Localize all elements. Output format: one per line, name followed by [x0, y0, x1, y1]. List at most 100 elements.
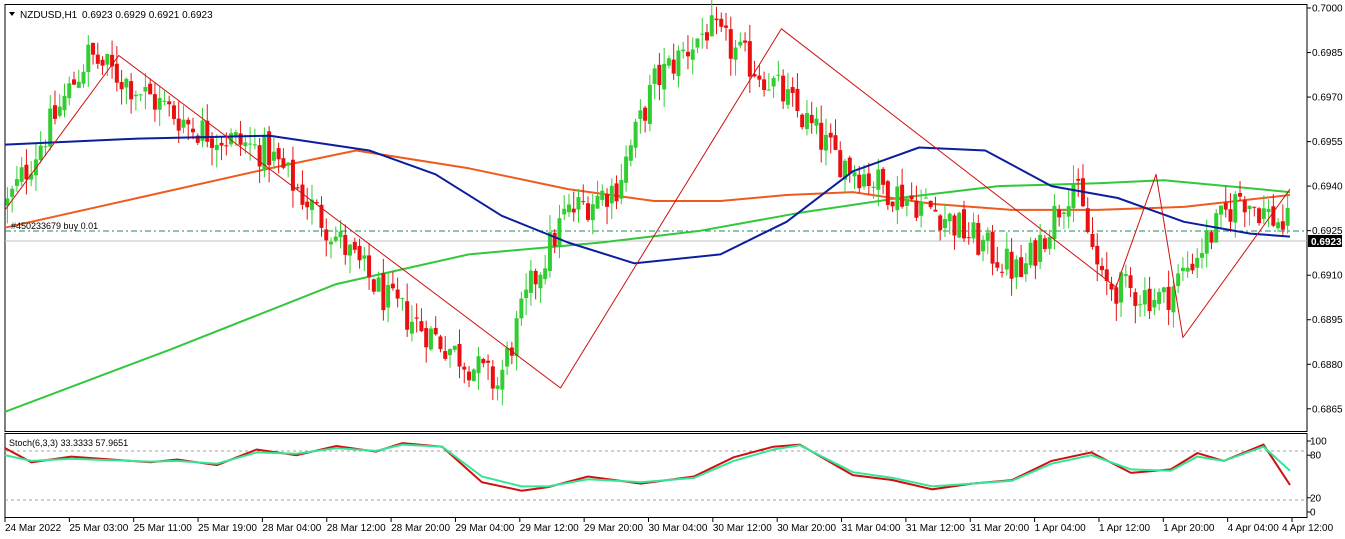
price-tick-label: 0.7000: [1312, 4, 1343, 15]
time-tick-label: 31 Mar 12:00: [906, 523, 965, 534]
candle-body: [1199, 253, 1204, 258]
candle-body: [985, 232, 990, 241]
candle-body: [114, 63, 119, 83]
candle-body: [1023, 263, 1028, 275]
candle-body: [276, 148, 281, 160]
candle-body: [357, 245, 362, 261]
candle-body: [738, 41, 743, 46]
candle-body: [947, 213, 952, 222]
candle-body: [1090, 233, 1095, 247]
time-tick-label: 29 Mar 12:00: [520, 523, 579, 534]
candle-body: [1223, 202, 1228, 210]
candle-body: [1228, 209, 1233, 222]
candle-body: [219, 142, 224, 146]
candle-body: [1071, 183, 1076, 209]
candle-body: [72, 79, 77, 85]
candle-body: [148, 83, 153, 95]
candle-body: [1057, 209, 1062, 218]
candle-body: [57, 106, 62, 116]
candle-body: [419, 321, 424, 332]
price-tick-label: 0.6970: [1312, 93, 1343, 104]
candle-body: [1047, 237, 1052, 249]
candle-body: [833, 135, 838, 150]
candle-body: [1285, 208, 1290, 226]
candle-body: [1157, 291, 1162, 304]
candle-body: [1009, 251, 1014, 279]
candle-body: [1257, 208, 1262, 224]
candle-body: [95, 54, 100, 64]
candle-body: [471, 369, 476, 381]
candle-body: [952, 215, 957, 236]
price-tick-label: 0.6940: [1312, 182, 1343, 193]
candle-body: [995, 262, 1000, 268]
candle-body: [976, 222, 981, 255]
candle-body: [1247, 205, 1252, 210]
candle-body: [847, 157, 852, 174]
candle-body: [942, 218, 947, 229]
candle-body: [904, 198, 909, 206]
candle-body: [614, 183, 619, 202]
order-label[interactable]: #450233679 buy 0.01: [11, 221, 98, 231]
candle-body: [609, 185, 614, 204]
candle-body: [1218, 205, 1223, 215]
candle-body: [771, 77, 776, 87]
candle-body: [671, 59, 676, 74]
candle-body: [1004, 248, 1009, 270]
candle-body: [781, 75, 786, 102]
candle-body: [1233, 194, 1238, 223]
candle-body: [14, 179, 19, 186]
candle-body: [1019, 257, 1024, 277]
candle-body: [1052, 205, 1057, 240]
candle-body: [157, 97, 162, 110]
candle-body: [395, 289, 400, 299]
candle-body: [733, 47, 738, 60]
candle-body: [286, 162, 291, 166]
candle-body: [581, 201, 586, 203]
candle-body: [514, 318, 519, 356]
candle-body: [804, 112, 809, 129]
candle-body: [1161, 287, 1166, 293]
candle-body: [690, 49, 695, 60]
candle-body: [452, 345, 457, 350]
candle-body: [981, 239, 986, 252]
candle-body: [1028, 242, 1033, 266]
candle-body: [1014, 259, 1019, 278]
time-tick-label: 30 Mar 04:00: [649, 523, 708, 534]
candle-body: [1252, 206, 1257, 208]
candle-body: [571, 208, 576, 213]
trading-chart[interactable]: 0.70000.69850.69700.69550.69400.69250.69…: [0, 0, 1345, 539]
candle-body: [762, 79, 767, 91]
time-tick-label: 28 Mar 12:00: [327, 523, 386, 534]
candle-body: [409, 321, 414, 334]
candle-body: [433, 327, 438, 335]
candle-body: [1238, 192, 1243, 197]
candle-body: [852, 172, 857, 177]
candle-body: [790, 87, 795, 94]
candle-body: [1195, 257, 1200, 268]
candle-body: [1076, 178, 1081, 181]
candle-body: [1038, 234, 1043, 263]
candle-body: [52, 105, 57, 119]
candle-body: [1261, 208, 1266, 219]
candle-body: [1123, 274, 1128, 276]
candle-body: [238, 133, 243, 145]
price-tick-label: 0.6985: [1312, 48, 1343, 59]
candle-body: [890, 201, 895, 207]
candle-body: [590, 204, 595, 221]
candle-body: [281, 158, 286, 168]
candle-body: [1042, 238, 1047, 250]
time-tick-label: 4 Apr 12:00: [1282, 523, 1334, 534]
candle-body: [1061, 212, 1066, 214]
candle-body: [681, 49, 686, 52]
candle-body: [67, 83, 72, 99]
candle-body: [1100, 265, 1105, 271]
candle-body: [214, 144, 219, 151]
candle-body: [600, 190, 605, 200]
time-tick-label: 1 Apr 12:00: [1099, 523, 1151, 534]
candle-body: [133, 94, 138, 97]
candle-body: [990, 231, 995, 264]
candle-body: [919, 201, 924, 216]
time-tick-label: 24 Mar 2022: [5, 523, 62, 534]
candle-body: [1176, 273, 1181, 287]
candle-body: [386, 284, 391, 308]
